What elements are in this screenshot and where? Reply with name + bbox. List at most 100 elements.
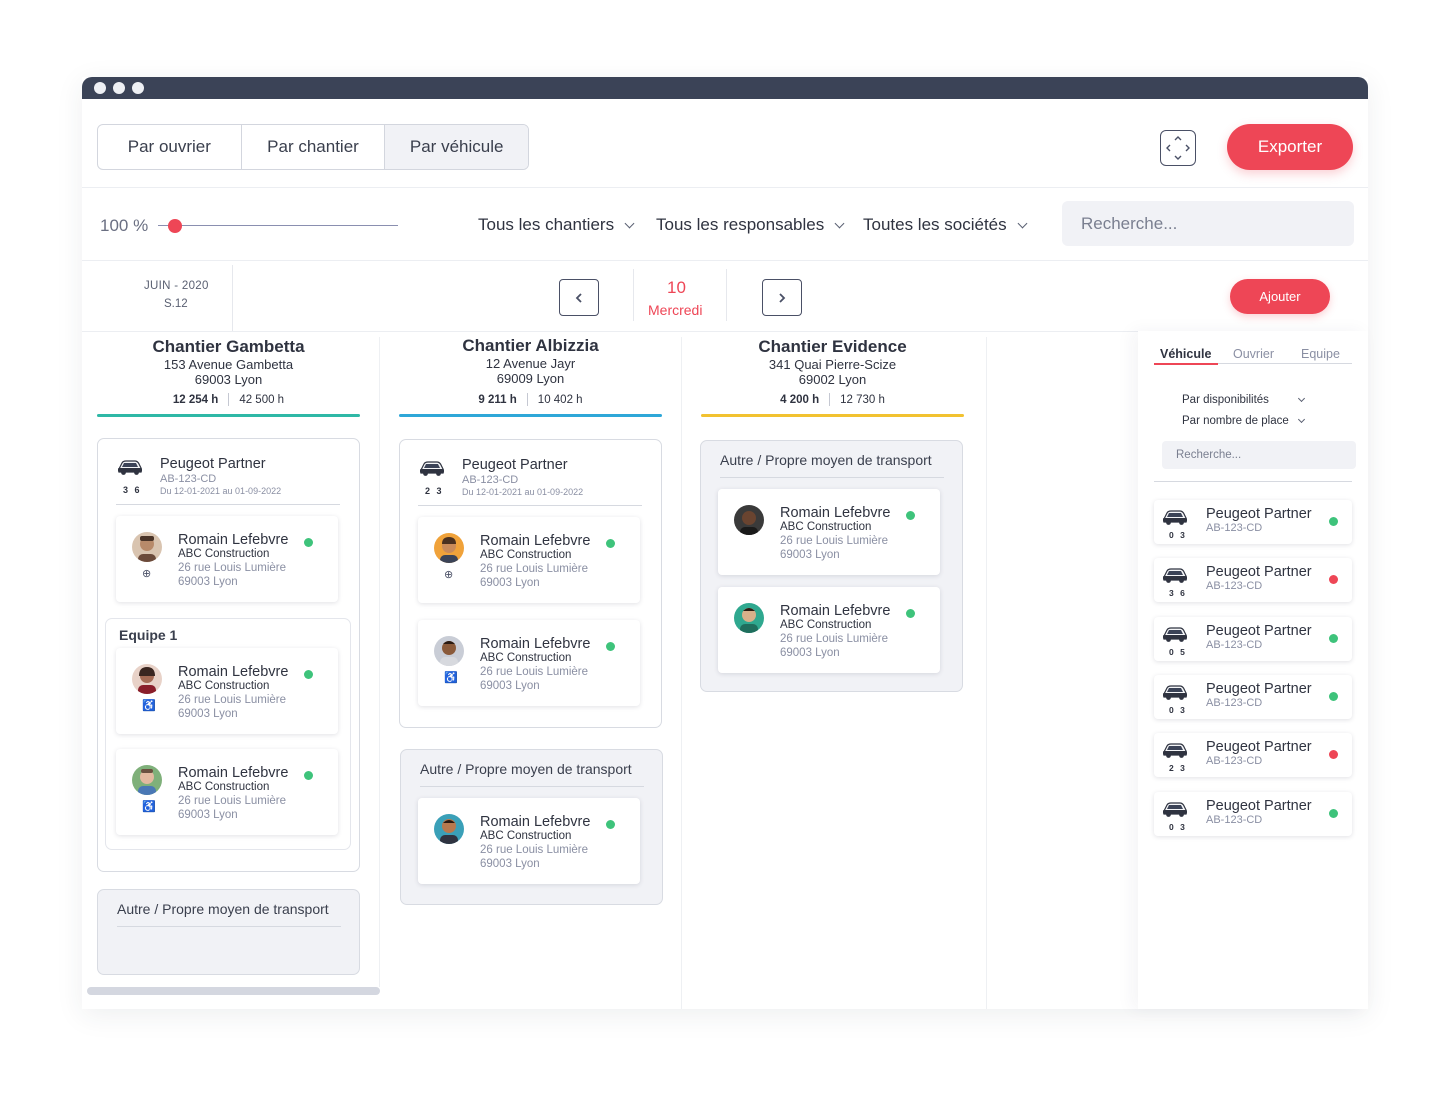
worker-name: Romain Lefebvre — [780, 505, 891, 521]
filter-disponibilites[interactable]: Par disponibilités — [1182, 394, 1305, 406]
vehicle-list-item[interactable]: 3 6 Peugeot Partner AB-123-CD — [1154, 558, 1352, 602]
next-day-button[interactable] — [762, 279, 802, 316]
status-available-dot — [606, 539, 615, 548]
active-tab-indicator — [1154, 363, 1218, 365]
chantier-title: Chantier Gambetta — [152, 337, 305, 356]
worker-company: ABC Construction — [780, 521, 872, 533]
filter-responsables[interactable]: Tous les responsables — [656, 215, 845, 235]
worker-card[interactable]: Romain Lefebvre ABC Construction 26 rue … — [418, 620, 640, 706]
vehicle-list-item[interactable]: 0 3 Peugeot Partner AB-123-CD — [1154, 500, 1352, 544]
side-search-input[interactable] — [1162, 441, 1356, 469]
team-card[interactable]: Equipe 1 Romain Lefebvre ABC Constructio… — [105, 618, 351, 850]
avatar — [132, 765, 162, 795]
vehicle-name: Peugeot Partner — [1206, 623, 1312, 639]
side-tab-vehicule[interactable]: Véhicule — [1160, 347, 1211, 361]
window-dot-2[interactable] — [113, 82, 125, 94]
app-window: Par ouvrier Par chantier Par véhicule Ex… — [82, 77, 1368, 1009]
steering-wheel-icon: ⊕ — [142, 568, 152, 580]
vehicle-list-item[interactable]: 0 3 Peugeot Partner AB-123-CD — [1154, 792, 1352, 836]
prev-day-button[interactable] — [559, 279, 599, 316]
side-tab-equipe[interactable]: Equipe — [1301, 347, 1340, 361]
vehicle-plate: AB-123-CD — [1206, 755, 1263, 767]
zoom-slider-track[interactable] — [158, 225, 398, 226]
status-available-dot — [906, 609, 915, 618]
vehicle-list-item[interactable]: 0 3 Peugeot Partner AB-123-CD — [1154, 675, 1352, 719]
other-transport-card[interactable]: Autre / Propre moyen de transport — [97, 889, 360, 975]
status-available-dot — [1329, 517, 1338, 526]
tab-par-chantier[interactable]: Par chantier — [242, 125, 386, 169]
hours-total: 12 730 h — [840, 393, 885, 406]
filter-chantiers[interactable]: Tous les chantiers — [478, 215, 635, 235]
vehicle-plate: AB-123-CD — [1206, 639, 1263, 651]
search-input[interactable] — [1062, 201, 1354, 246]
worker-card[interactable]: Romain Lefebvre ABC Construction 26 rue … — [116, 749, 338, 835]
worker-city: 69003 Lyon — [178, 809, 238, 821]
add-button[interactable]: Ajouter — [1230, 279, 1330, 314]
worker-card[interactable]: Romain Lefebvre ABC Construction 26 rue … — [116, 648, 338, 734]
chantier-address: 12 Avenue Jayr — [485, 356, 576, 371]
worker-card[interactable]: Romain Lefebvre ABC Construction 26 rue … — [418, 517, 640, 603]
worker-address: 26 rue Louis Lumière — [480, 844, 589, 856]
divider — [420, 786, 644, 787]
filter-nombre-de-place[interactable]: Par nombre de place — [1182, 415, 1305, 427]
chevron-down-icon — [834, 218, 845, 228]
chantier-header-albizzia: Chantier Albizzia 12 Avenue Jayr 69009 L… — [399, 336, 662, 417]
status-available-dot — [606, 642, 615, 651]
worker-name: Romain Lefebvre — [480, 814, 591, 830]
window-dot-3[interactable] — [132, 82, 144, 94]
divider — [82, 331, 1138, 332]
other-transport-card[interactable]: Autre / Propre moyen de transport Romain… — [700, 440, 963, 692]
divider — [720, 477, 944, 478]
status-unavailable-dot — [1329, 750, 1338, 759]
divider — [418, 505, 642, 506]
vehicle-list-item[interactable]: 0 5 Peugeot Partner AB-123-CD — [1154, 617, 1352, 661]
worker-name: Romain Lefebvre — [480, 636, 591, 652]
worker-card[interactable]: Romain Lefebvre ABC Construction 26 rue … — [718, 587, 940, 673]
chantier-city: 69002 Lyon — [798, 372, 867, 387]
chevron-down-icon — [1017, 218, 1028, 228]
worker-name: Romain Lefebvre — [178, 765, 289, 781]
vehicle-card[interactable]: 2 3 Peugeot Partner AB-123-CD Du 12-01-2… — [399, 439, 662, 728]
avatar — [132, 532, 162, 562]
export-button[interactable]: Exporter — [1227, 124, 1353, 170]
vehicle-number: 2 3 — [425, 486, 444, 496]
tab-par-ouvrier[interactable]: Par ouvrier — [98, 125, 242, 169]
chantier-hours: 9 211 h 10 402 h — [399, 393, 662, 406]
tab-par-vehicule[interactable]: Par véhicule — [385, 125, 528, 169]
car-icon — [1161, 799, 1189, 819]
worker-card[interactable]: Romain Lefebvre ABC Construction 26 rue … — [418, 798, 640, 884]
column-divider — [986, 337, 987, 1009]
car-icon — [1161, 624, 1189, 644]
worker-card[interactable]: Romain Lefebvre ABC Construction 26 rue … — [116, 516, 338, 602]
fullscreen-button[interactable] — [1160, 130, 1196, 166]
team-label: Equipe 1 — [119, 627, 178, 643]
side-tab-ouvrier[interactable]: Ouvrier — [1233, 347, 1274, 361]
divider — [232, 265, 233, 331]
chantier-header-gambetta: Chantier Gambetta 153 Avenue Gambetta 69… — [97, 337, 360, 417]
worker-city: 69003 Lyon — [480, 680, 540, 692]
status-unavailable-dot — [1329, 575, 1338, 584]
horizontal-scrollbar[interactable] — [87, 987, 380, 995]
window-dot-1[interactable] — [94, 82, 106, 94]
avatar — [434, 533, 464, 563]
other-transport-card[interactable]: Autre / Propre moyen de transport Romain… — [400, 749, 663, 905]
worker-address: 26 rue Louis Lumière — [178, 694, 287, 706]
divider — [726, 269, 727, 321]
status-available-dot — [1329, 809, 1338, 818]
divider — [633, 269, 634, 321]
status-available-dot — [1329, 692, 1338, 701]
car-icon — [116, 457, 144, 477]
vehicle-seats: 0 5 — [1169, 647, 1187, 657]
expand-icon — [1166, 136, 1190, 160]
worker-name: Romain Lefebvre — [178, 532, 289, 548]
worker-address: 26 rue Louis Lumière — [178, 795, 287, 807]
chantier-header-evidence: Chantier Evidence 341 Quai Pierre-Scize … — [701, 337, 964, 417]
zoom-slider-handle[interactable] — [168, 219, 182, 233]
view-switcher: Par ouvrier Par chantier Par véhicule — [97, 124, 529, 170]
car-icon — [418, 458, 446, 478]
status-available-dot — [1329, 634, 1338, 643]
filter-societes[interactable]: Toutes les sociétés — [863, 215, 1028, 235]
worker-card[interactable]: Romain Lefebvre ABC Construction 26 rue … — [718, 489, 940, 575]
worker-name: Romain Lefebvre — [780, 603, 891, 619]
vehicle-list-item[interactable]: 2 3 Peugeot Partner AB-123-CD — [1154, 733, 1352, 777]
